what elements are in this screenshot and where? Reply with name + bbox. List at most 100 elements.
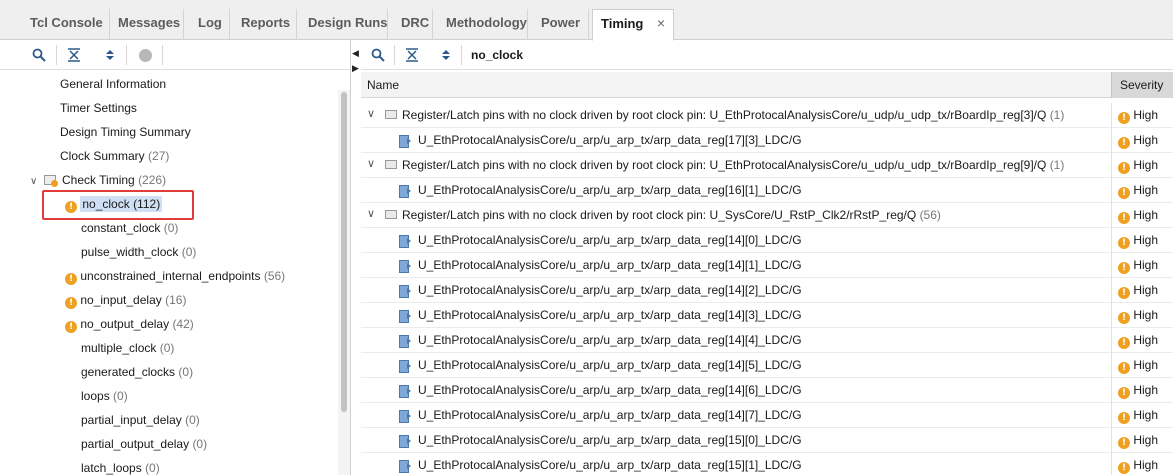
pin-icon [399,460,411,473]
severity-cell: ! High [1111,428,1173,453]
chevron-down-icon[interactable]: ∨ [367,157,375,170]
table-row-group[interactable]: ∨ Register/Latch pins with no clock driv… [361,203,1173,228]
chevron-down-icon[interactable]: ∨ [30,176,37,187]
chevron-down-icon[interactable]: ∨ [367,107,375,120]
warning-icon: ! [1118,137,1130,149]
table-row[interactable]: U_EthProtocalAnalysisCore/u_arp/u_arp_tx… [361,403,1173,428]
tree-item-no-output-delay[interactable]: ! no_output_delay (42) [65,313,194,335]
tree-item-count: (56) [263,269,286,283]
chevron-down-icon[interactable]: ∨ [367,207,375,220]
tree-item-general-information[interactable]: General Information [60,73,166,95]
table-row[interactable]: U_EthProtocalAnalysisCore/u_arp/u_arp_tx… [361,353,1173,378]
tree-item-constant-clock[interactable]: constant_clock (0) [81,217,178,239]
tree-item-timer-settings[interactable]: Timer Settings [60,97,137,119]
tab-timing[interactable]: Timing × [592,9,674,41]
row-name: U_EthProtocalAnalysisCore/u_arp/u_arp_tx… [418,283,802,297]
table-row[interactable]: U_EthProtocalAnalysisCore/u_arp/u_arp_tx… [361,178,1173,203]
folder-icon [385,210,397,219]
warning-icon: ! [1118,287,1130,299]
tree-item-unconstrained-internal-endpoints[interactable]: ! unconstrained_internal_endpoints (56) [65,265,285,287]
table-row[interactable]: U_EthProtocalAnalysisCore/u_arp/u_arp_tx… [361,453,1173,475]
tab-tcl-console[interactable]: Tcl Console [22,9,110,40]
table-row[interactable]: U_EthProtocalAnalysisCore/u_arp/u_arp_tx… [361,303,1173,328]
folder-warning-icon [43,175,58,187]
tree-item-latch-loops[interactable]: latch_loops (0) [81,457,160,475]
tab-drc[interactable]: DRC [393,9,433,40]
scrollbar-thumb[interactable] [341,92,347,412]
warning-icon: ! [1118,387,1130,399]
tree-item-partial-output-delay[interactable]: partial_output_delay (0) [81,433,207,455]
tab-power[interactable]: Power [533,9,589,40]
warning-icon: ! [1118,212,1130,224]
table-row[interactable]: U_EthProtocalAnalysisCore/u_arp/u_arp_tx… [361,228,1173,253]
tree-item-clock-summary[interactable]: Clock Summary (27) [60,145,169,167]
tree-item-count: (0) [192,437,208,451]
row-name: U_EthProtocalAnalysisCore/u_arp/u_arp_tx… [418,333,802,347]
expand-all-icon[interactable] [438,47,454,63]
collapse-left-arrow-icon[interactable]: ◀ [352,48,359,59]
pin-icon [399,235,411,248]
collapse-all-icon[interactable] [404,47,420,63]
tree-item-pulse-width-clock[interactable]: pulse_width_clock (0) [81,241,196,263]
left-scrollbar[interactable] [338,90,350,475]
search-icon[interactable] [370,47,386,63]
severity-cell: ! High [1111,353,1173,378]
folder-icon [385,110,397,119]
warning-icon: ! [1118,162,1130,174]
severity-cell: ! High [1111,203,1173,228]
tree-item-count: (0) [113,389,128,403]
severity-cell: ! High [1111,178,1173,203]
row-name: U_EthProtocalAnalysisCore/u_arp/u_arp_tx… [418,358,802,372]
column-header-severity[interactable]: Severity [1111,72,1173,98]
row-name: U_EthProtocalAnalysisCore/u_arp/u_arp_tx… [418,383,802,397]
tree-item-label: latch_loops [81,461,142,475]
row-name: U_EthProtocalAnalysisCore/u_arp/u_arp_tx… [418,258,802,272]
column-header-name[interactable]: Name [367,78,399,92]
tab-methodology[interactable]: Methodology [438,9,528,40]
table-header: Name Severity [361,72,1173,98]
tree-item-design-timing-summary[interactable]: Design Timing Summary [60,121,191,143]
tab-messages[interactable]: Messages [110,9,184,40]
table-row[interactable]: U_EthProtocalAnalysisCore/u_arp/u_arp_tx… [361,428,1173,453]
pin-icon [399,335,411,348]
warning-icon: ! [1118,112,1130,124]
expand-all-icon[interactable] [102,47,118,63]
severity-cell: ! High [1111,228,1173,253]
pin-icon [399,360,411,373]
row-name: U_EthProtocalAnalysisCore/u_arp/u_arp_tx… [418,133,802,147]
tab-log[interactable]: Log [190,9,230,40]
tree-item-loops[interactable]: loops (0) [81,385,128,407]
table-row[interactable]: U_EthProtocalAnalysisCore/u_arp/u_arp_tx… [361,328,1173,353]
tree-item-partial-input-delay[interactable]: partial_input_delay (0) [81,409,200,431]
timing-tree-panel: General Information Timer Settings Desig… [0,40,351,475]
row-name: U_EthProtocalAnalysisCore/u_arp/u_arp_tx… [418,458,802,472]
tree-item-multiple-clock[interactable]: multiple_clock (0) [81,337,174,359]
row-name: U_EthProtocalAnalysisCore/u_arp/u_arp_tx… [418,308,802,322]
pin-icon [399,260,411,273]
tab-design-runs[interactable]: Design Runs [300,9,388,40]
warning-icon: ! [1118,237,1130,249]
table-row[interactable]: U_EthProtocalAnalysisCore/u_arp/u_arp_tx… [361,278,1173,303]
tree-item-generated-clocks[interactable]: generated_clocks (0) [81,361,193,383]
table-row-group[interactable]: ∨ Register/Latch pins with no clock driv… [361,103,1173,128]
tree-item-count: (0) [185,413,200,427]
table-row[interactable]: U_EthProtocalAnalysisCore/u_arp/u_arp_tx… [361,378,1173,403]
tree-item-count: (226) [138,173,167,187]
row-name: U_EthProtocalAnalysisCore/u_arp/u_arp_tx… [418,433,802,447]
severity-cell: ! High [1111,128,1173,153]
tree-item-no-input-delay[interactable]: ! no_input_delay (16) [65,289,186,311]
toolbar-divider [461,45,462,65]
close-icon[interactable]: × [657,10,665,37]
tab-timing-label: Timing [601,16,644,31]
tree-item-check-timing[interactable]: ∨ Check Timing (226) [30,169,166,191]
search-icon[interactable] [31,47,47,63]
tree-item-label: Timer Settings [60,101,137,115]
table-row[interactable]: U_EthProtocalAnalysisCore/u_arp/u_arp_tx… [361,128,1173,153]
table-row[interactable]: U_EthProtocalAnalysisCore/u_arp/u_arp_tx… [361,253,1173,278]
table-row-group[interactable]: ∨ Register/Latch pins with no clock driv… [361,153,1173,178]
collapse-all-icon[interactable] [66,47,82,63]
severity-cell: ! High [1111,278,1173,303]
expand-right-arrow-icon[interactable]: ▶ [352,63,359,74]
tree-item-label: no_input_delay [80,293,162,307]
tab-reports[interactable]: Reports [233,9,297,40]
